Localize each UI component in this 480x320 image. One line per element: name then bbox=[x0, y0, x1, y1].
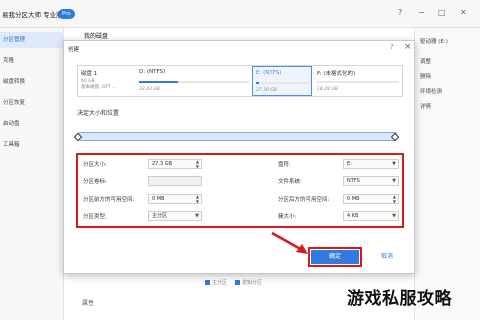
arrow-head bbox=[296, 244, 308, 254]
sidebar-item-disk-convert[interactable]: 磁盘转换 bbox=[0, 74, 64, 90]
legend-logical: 逻辑分区 bbox=[235, 279, 262, 286]
app-titlebar: 易我分区大师 专业版 Pro ? − □ ✕ bbox=[0, 0, 480, 28]
legend-primary: 主分区 bbox=[205, 279, 227, 286]
legend-logical-label: 逻辑分区 bbox=[242, 280, 263, 286]
legend-swatch bbox=[235, 280, 240, 285]
right-item-env-check[interactable]: 环境检测 bbox=[420, 87, 442, 95]
right-item-delete[interactable]: 删除 bbox=[420, 72, 431, 80]
right-item-details[interactable]: 详情 bbox=[420, 102, 431, 110]
properties-label: 属性 bbox=[82, 300, 95, 307]
sidebar-item-boot-disk[interactable]: 启动盘 bbox=[0, 116, 64, 132]
sidebar: 分区管理 克隆 磁盘转换 分区恢复 启动盘 工具箱 bbox=[0, 28, 64, 320]
page-title: 我的磁盘 bbox=[84, 33, 109, 40]
annotation-arrow bbox=[271, 231, 308, 254]
legend-swatch bbox=[205, 280, 210, 285]
sidebar-item-recovery[interactable]: 分区恢复 bbox=[0, 95, 64, 111]
watermark-text: 游戏私服攻略 bbox=[347, 289, 452, 309]
maximize-icon[interactable]: □ bbox=[438, 8, 446, 18]
app-title: 易我分区大师 专业版 bbox=[2, 11, 63, 19]
sidebar-item-toolbox[interactable]: 工具箱 bbox=[0, 137, 64, 153]
cancel-button[interactable]: 取消 bbox=[366, 250, 408, 264]
sidebar-item-partition[interactable]: 分区管理 bbox=[0, 32, 64, 48]
right-item-resize[interactable]: 调整 bbox=[420, 57, 431, 65]
sidebar-item-clone[interactable]: 克隆 bbox=[0, 53, 64, 69]
ok-button[interactable]: 确定 bbox=[311, 250, 359, 264]
right-item-drive[interactable]: 驱动器 (E:) bbox=[420, 37, 448, 45]
legend-primary-label: 主分区 bbox=[212, 280, 228, 286]
help-icon[interactable]: ? bbox=[398, 8, 402, 18]
minimize-icon[interactable]: − bbox=[418, 8, 425, 18]
close-window-icon[interactable]: ✕ bbox=[460, 8, 467, 18]
pro-badge: Pro bbox=[58, 9, 75, 19]
create-partition-dialog: 创建 ? × 磁盘 1 60 GB 基本磁盘, GPT ... D: (NTFS… bbox=[63, 40, 415, 274]
